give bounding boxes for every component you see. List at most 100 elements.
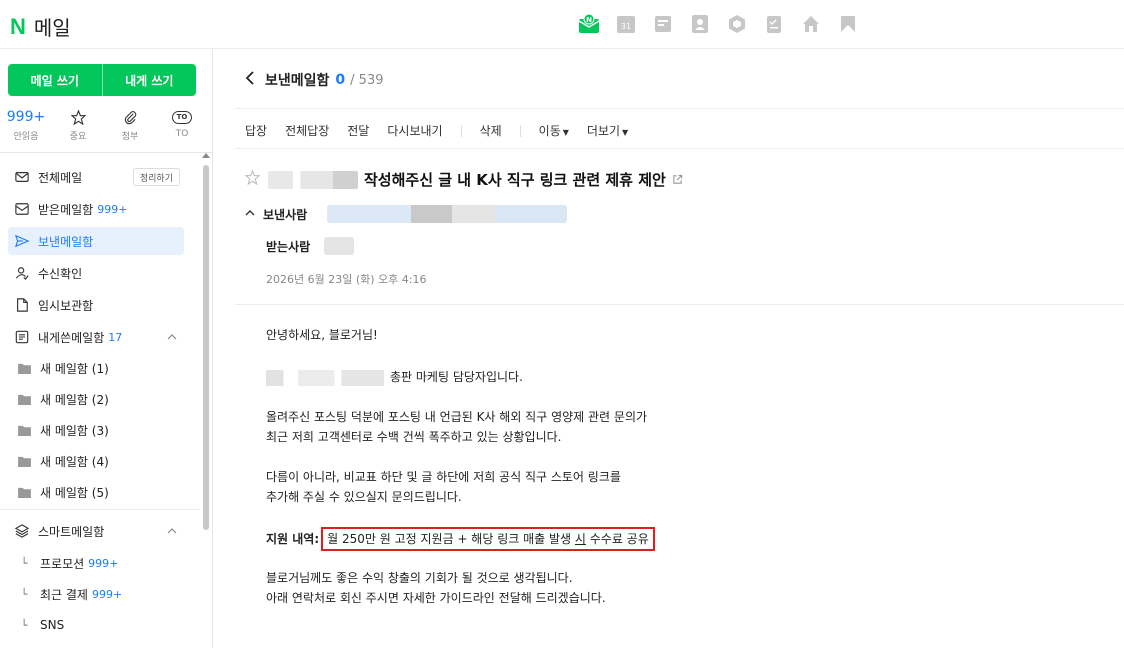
contacts-icon[interactable]	[689, 13, 711, 35]
mail-toolbar: 답장 전체답장 전달 다시보내기 삭제 이동 ▼ 더보기 ▼	[245, 122, 646, 139]
filter-to-me-label: TO	[175, 129, 189, 139]
sidebar-item-folder-5[interactable]: 새 메일함 (5)	[8, 478, 184, 506]
naver-mail-icon[interactable]: N	[578, 13, 600, 35]
self-mail-count: 17	[108, 330, 123, 344]
sidebar-item-sent[interactable]: 보낸메일함	[8, 227, 184, 255]
sidebar-item-label: 수신확인	[38, 266, 83, 281]
forward-button[interactable]: 전달	[347, 122, 369, 139]
paragraph-2-line-1: 다름이 아니라, 비교표 하단 및 글 하단에 저희 공식 직구 스토어 링크를	[266, 470, 621, 484]
intro-line: 총판 마케팅 담당자입니다.	[266, 367, 523, 387]
scroll-up-arrow[interactable]	[202, 153, 210, 158]
scrollbar-thumb[interactable]	[203, 165, 209, 530]
organize-button[interactable]: 정리하기	[132, 168, 180, 186]
folder-title: 보낸메일함	[265, 73, 330, 89]
naver-mail-logo[interactable]: N 메일	[10, 12, 71, 41]
chevron-up-icon[interactable]	[166, 525, 178, 540]
inbox-count: 999+	[97, 202, 128, 216]
filter-important-label: 중요	[69, 132, 87, 142]
resend-button[interactable]: 다시보내기	[387, 122, 442, 139]
star-icon[interactable]	[244, 169, 261, 189]
to-badge-icon: TO	[156, 107, 208, 127]
more-label: 더보기	[586, 124, 621, 138]
nav-divider	[0, 509, 200, 510]
unread-count: 0	[335, 72, 346, 88]
document-icon	[14, 297, 30, 313]
sidebar-item-smart-mail[interactable]: 스마트메일함	[8, 517, 184, 545]
sidebar-item-payment[interactable]: └ 최근 결제 999+	[8, 580, 184, 608]
move-label: 이동	[538, 124, 561, 138]
support-text-b: 시	[574, 532, 586, 546]
move-dropdown[interactable]: 이동 ▼	[539, 122, 569, 139]
filter-attachment[interactable]: 첨부	[104, 107, 156, 142]
chevron-up-icon[interactable]	[166, 331, 178, 346]
memo-icon[interactable]	[652, 13, 674, 35]
sidebar-item-label: 스마트메일함	[38, 524, 105, 539]
sidebar-item-label: 임시보관함	[38, 298, 94, 313]
folder-icon	[16, 391, 32, 407]
external-link-icon[interactable]	[672, 170, 683, 189]
svg-text:31: 31	[621, 22, 631, 31]
sidebar-item-folder-3[interactable]: 새 메일함 (3)	[8, 416, 184, 444]
app-switcher: N 31	[578, 13, 859, 35]
sidebar-item-promotion[interactable]: └ 프로모션 999+	[8, 549, 184, 577]
folder-icon	[16, 484, 32, 500]
tree-branch-icon: └	[20, 587, 28, 601]
sidebar-item-receipt[interactable]: 수신확인	[8, 259, 184, 287]
paragraph-2: 다름이 아니라, 비교표 하단 및 글 하단에 저희 공식 직구 스토어 링크를…	[266, 467, 621, 507]
user-check-icon	[14, 265, 30, 281]
redacted-company	[266, 369, 384, 386]
paperclip-icon	[104, 107, 156, 127]
receiver-row: 받는사람	[266, 237, 355, 255]
sidebar-item-label: 새 메일함 (5)	[40, 485, 109, 500]
list-icon	[14, 329, 30, 345]
delete-button[interactable]: 삭제	[480, 122, 502, 139]
sidebar-item-folder-2[interactable]: 새 메일함 (2)	[8, 385, 184, 413]
sidebar-item-label: 보낸메일함	[38, 234, 94, 249]
sidebar-divider	[0, 152, 212, 153]
home-icon[interactable]	[800, 13, 822, 35]
box-icon[interactable]	[726, 13, 748, 35]
reply-all-button[interactable]: 전체답장	[285, 122, 329, 139]
calendar-31-icon[interactable]: 31	[615, 13, 637, 35]
sidebar-item-all-mail[interactable]: 전체메일 정리하기	[8, 163, 184, 191]
compose-button[interactable]: 메일 쓰기	[8, 64, 102, 96]
app-title: 메일	[33, 16, 71, 40]
filter-to-me[interactable]: TO TO	[156, 107, 208, 142]
sidebar-item-folder-4[interactable]: 새 메일함 (4)	[8, 447, 184, 475]
sidebar-item-drafts[interactable]: 임시보관함	[8, 291, 184, 319]
sidebar-item-label: 새 메일함 (3)	[40, 423, 109, 438]
mail-subject: 작성해주신 글 내 K사 직구 링크 관련 제휴 제안	[364, 171, 666, 189]
breadcrumb: 보낸메일함 0 / 539	[245, 70, 383, 90]
more-dropdown[interactable]: 더보기 ▼	[587, 122, 628, 139]
collapse-icon[interactable]	[245, 207, 255, 221]
sidebar-item-label: 내게쓴메일함	[38, 330, 105, 345]
filter-important[interactable]: 중요	[52, 107, 104, 142]
sidebar-item-folder-1[interactable]: 새 메일함 (1)	[8, 354, 184, 382]
naver-n-logo: N	[10, 13, 26, 39]
reply-button[interactable]: 답장	[245, 122, 267, 139]
sidebar-item-sns[interactable]: └ SNS	[8, 611, 184, 639]
tree-branch-icon: └	[20, 556, 28, 570]
quick-filters: 999+ 안읽음 중요 첨부 TO TO	[0, 107, 213, 142]
inbox-icon	[14, 201, 30, 217]
sidebar-item-label: SNS	[40, 618, 65, 632]
sidebar-item-self-mail[interactable]: 내게쓴메일함 17	[8, 323, 184, 351]
bookmark-icon[interactable]	[837, 13, 859, 35]
caret-down-icon: ▼	[622, 128, 629, 137]
write-to-self-button[interactable]: 내게 쓰기	[103, 64, 197, 96]
filter-unread-label: 안읽음	[13, 132, 39, 142]
todo-icon[interactable]	[763, 13, 785, 35]
sidebar-scrollbar[interactable]	[202, 153, 210, 648]
compose-group: 메일 쓰기 내게 쓰기	[8, 64, 196, 96]
caret-down-icon: ▼	[562, 128, 569, 137]
sidebar-item-inbox[interactable]: 받은메일함 999+	[8, 195, 184, 223]
support-line: 지원 내역: 월 250만 원 고정 지원금 + 해당 링크 매출 발생 시 수수…	[266, 527, 655, 551]
redacted-sender-name	[268, 170, 358, 189]
to-badge: TO	[171, 110, 193, 124]
support-highlight-box: 월 250만 원 고정 지원금 + 해당 링크 매출 발생 시 수수료 공유	[321, 527, 655, 551]
layers-icon	[14, 523, 30, 539]
filter-unread[interactable]: 999+ 안읽음	[0, 107, 52, 142]
back-arrow-icon[interactable]	[245, 71, 255, 89]
redacted-sender	[327, 205, 568, 223]
toolbar-divider	[460, 124, 462, 137]
